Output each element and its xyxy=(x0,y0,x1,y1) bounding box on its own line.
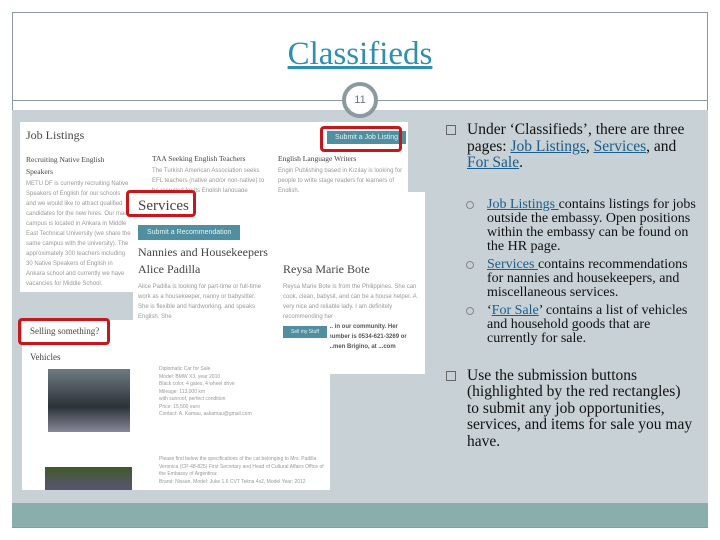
circle-bullet-icon xyxy=(466,306,474,315)
circle-bullet-icon xyxy=(466,260,474,269)
highlight-rectangle xyxy=(18,318,110,345)
bullet-submission: Use the submission buttons (highlighted … xyxy=(446,366,696,451)
square-bullet-icon xyxy=(446,125,456,135)
section-heading: Nannies and Housekeepers xyxy=(138,245,268,259)
highlight-rectangle xyxy=(126,190,196,217)
job-title: English Language Writers xyxy=(278,154,357,163)
person-name: Reysa Marie Bote xyxy=(283,262,370,276)
car-photo xyxy=(48,369,130,432)
submit-recommendation-button[interactable]: Submit a Recommendation xyxy=(138,225,241,240)
footer-band xyxy=(12,503,708,527)
sell-my-stuff-button[interactable]: Sell my Stuff xyxy=(283,326,327,338)
job-text: METU DF is currently recruiting Native S… xyxy=(26,181,131,287)
slide-body: Under ‘Classifieds’, there are three pag… xyxy=(446,121,696,460)
square-bullet-icon xyxy=(446,370,456,381)
job-listings-link[interactable]: Job Listings xyxy=(487,197,559,212)
job-listings-link[interactable]: Job Listings xyxy=(510,138,585,155)
sub-bullet-job-listings: Job Listings contains listings for jobs … xyxy=(466,197,696,254)
bullet-text: Use the submission buttons (highlighted … xyxy=(467,366,693,450)
jobs-heading: Job Listings xyxy=(26,128,85,142)
for-sale-link[interactable]: For Sale xyxy=(492,303,539,318)
person-name: Alice Padilla xyxy=(138,262,201,276)
car-listing: Please find below the specifications of … xyxy=(159,456,324,485)
person-text: Alice Padilla is looking for part-time o… xyxy=(138,284,262,320)
person-contact: ... in our community. Her number is 0534… xyxy=(328,324,407,350)
services-link[interactable]: Services xyxy=(594,138,647,155)
slide-title[interactable]: Classifieds xyxy=(0,36,720,73)
sub-bullet-services: Services contains recommendations for na… xyxy=(466,257,696,300)
highlight-rectangle xyxy=(320,126,402,152)
vehicles-heading: Vehicles xyxy=(30,352,61,362)
job-title: TAA Seeking English Teachers xyxy=(152,154,246,163)
for-sale-screenshot: Selling something? Vehicles Diplomatic C… xyxy=(22,320,330,490)
circle-bullet-icon xyxy=(466,200,474,209)
sub-bullets: Job Listings contains listings for jobs … xyxy=(466,197,696,346)
sub-bullet-for-sale: ‘For Sale’ contains a list of vehicles a… xyxy=(466,303,696,346)
bullet-text: . xyxy=(519,154,523,171)
for-sale-link[interactable]: For Sale xyxy=(467,154,519,171)
services-link[interactable]: Services xyxy=(487,257,538,272)
job-title: Recruiting Native English Speakers xyxy=(26,155,105,176)
slide-number: 11 xyxy=(342,82,378,118)
bullet-text: , and xyxy=(646,137,677,155)
car-listing: Diplomatic Car for Sale Model: BMW X3, y… xyxy=(159,366,252,417)
car-photo xyxy=(45,467,132,490)
bullet-text: , xyxy=(585,137,594,155)
person-text: Reysa Marie Bote is from the Philippines… xyxy=(283,284,417,320)
bullet-pages: Under ‘Classifieds’, there are three pag… xyxy=(446,121,696,172)
